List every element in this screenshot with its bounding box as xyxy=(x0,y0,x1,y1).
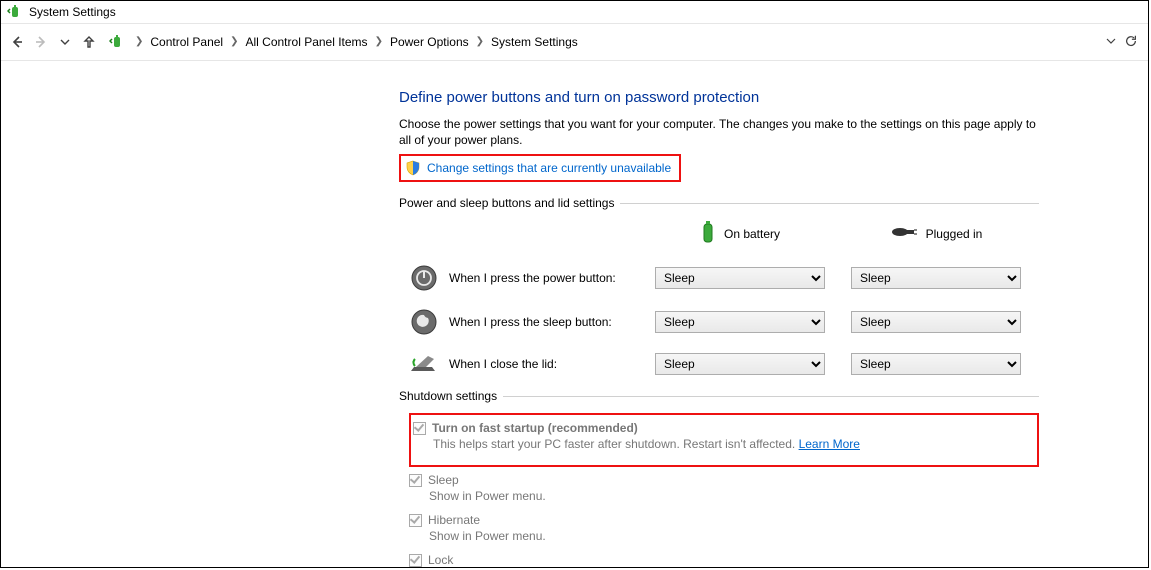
breadcrumb-system-settings[interactable]: System Settings xyxy=(488,33,581,51)
power-sleep-section: Power and sleep buttons and lid settings… xyxy=(399,196,1039,375)
on-battery-label: On battery xyxy=(724,227,780,241)
address-dropdown-button[interactable] xyxy=(1106,36,1116,48)
lock-checkbox[interactable] xyxy=(409,554,422,567)
system-settings-window: System Settings ❯ Control Panel ❯ All Co… xyxy=(0,0,1149,568)
navbar: ❯ Control Panel ❯ All Control Panel Item… xyxy=(1,23,1148,61)
change-settings-link[interactable]: Change settings that are currently unava… xyxy=(427,161,671,175)
hibernate-label: Hibernate xyxy=(428,513,480,527)
fast-startup-checkbox[interactable] xyxy=(413,422,426,435)
learn-more-link[interactable]: Learn More xyxy=(799,437,860,451)
power-button-row-label: When I press the power button: xyxy=(409,265,629,291)
sleep-button-label: When I press the sleep button: xyxy=(449,315,612,329)
chevron-right-icon[interactable]: ❯ xyxy=(476,37,484,47)
chevron-right-icon[interactable]: ❯ xyxy=(135,37,143,47)
fast-startup-highlight: Turn on fast startup (recommended) This … xyxy=(409,413,1039,467)
lid-row-label: When I close the lid: xyxy=(409,353,629,375)
recent-locations-button[interactable] xyxy=(55,32,75,52)
sleep-button-plugged-select[interactable]: Sleep xyxy=(851,311,1021,333)
change-settings-highlight: Change settings that are currently unava… xyxy=(399,154,681,182)
plugged-in-label: Plugged in xyxy=(926,227,983,241)
laptop-lid-icon xyxy=(409,353,439,375)
lock-item: Lock Show in account picture menu. xyxy=(409,551,1039,567)
battery-icon xyxy=(700,220,716,247)
control-panel-icon xyxy=(109,34,125,50)
hibernate-checkbox[interactable] xyxy=(409,514,422,527)
uac-shield-icon xyxy=(405,160,421,176)
plug-icon xyxy=(890,224,918,243)
lid-plugged-select[interactable]: Sleep xyxy=(851,353,1021,375)
page-description: Choose the power settings that you want … xyxy=(399,116,1039,148)
lid-label: When I close the lid: xyxy=(449,357,557,371)
up-button[interactable] xyxy=(79,32,99,52)
fast-startup-item: Turn on fast startup (recommended) This … xyxy=(413,419,1031,459)
breadcrumb-all-items[interactable]: All Control Panel Items xyxy=(243,33,371,51)
lock-label: Lock xyxy=(428,553,453,567)
fast-startup-label: Turn on fast startup (recommended) xyxy=(432,421,638,435)
hibernate-description: Show in Power menu. xyxy=(429,529,1039,543)
sleep-description: Show in Power menu. xyxy=(429,489,1039,503)
sleep-item: Sleep Show in Power menu. xyxy=(409,471,1039,511)
sleep-button-icon xyxy=(409,309,439,335)
lid-battery-select[interactable]: Sleep xyxy=(655,353,825,375)
content-area: Define power buttons and turn on passwor… xyxy=(1,61,1148,567)
sleep-button-battery-select[interactable]: Sleep xyxy=(655,311,825,333)
on-battery-header: On battery xyxy=(655,220,825,247)
page-title: Define power buttons and turn on passwor… xyxy=(399,89,1039,106)
shutdown-legend: Shutdown settings xyxy=(399,389,503,403)
chevron-right-icon[interactable]: ❯ xyxy=(375,37,383,47)
hibernate-item: Hibernate Show in Power menu. xyxy=(409,511,1039,551)
breadcrumb-power-options[interactable]: Power Options xyxy=(387,33,472,51)
power-button-plugged-select[interactable]: Sleep xyxy=(851,267,1021,289)
plugged-in-header: Plugged in xyxy=(851,224,1021,243)
forward-button[interactable] xyxy=(31,32,51,52)
titlebar: System Settings xyxy=(1,1,1148,23)
sleep-checkbox[interactable] xyxy=(409,474,422,487)
power-button-icon xyxy=(409,265,439,291)
power-sleep-legend: Power and sleep buttons and lid settings xyxy=(399,196,620,210)
power-button-battery-select[interactable]: Sleep xyxy=(655,267,825,289)
power-options-icon xyxy=(7,4,23,20)
back-button[interactable] xyxy=(7,32,27,52)
refresh-button[interactable] xyxy=(1124,34,1138,51)
chevron-right-icon[interactable]: ❯ xyxy=(230,37,238,47)
window-title: System Settings xyxy=(29,5,116,19)
sleep-button-row-label: When I press the sleep button: xyxy=(409,309,629,335)
breadcrumb-control-panel[interactable]: Control Panel xyxy=(147,33,226,51)
breadcrumb: Control Panel ❯ All Control Panel Items … xyxy=(147,33,1106,51)
power-button-label: When I press the power button: xyxy=(449,271,616,285)
shutdown-section: Shutdown settings Turn on fast startup (… xyxy=(399,389,1039,567)
sleep-label: Sleep xyxy=(428,473,459,487)
fast-startup-description: This helps start your PC faster after sh… xyxy=(433,437,799,451)
